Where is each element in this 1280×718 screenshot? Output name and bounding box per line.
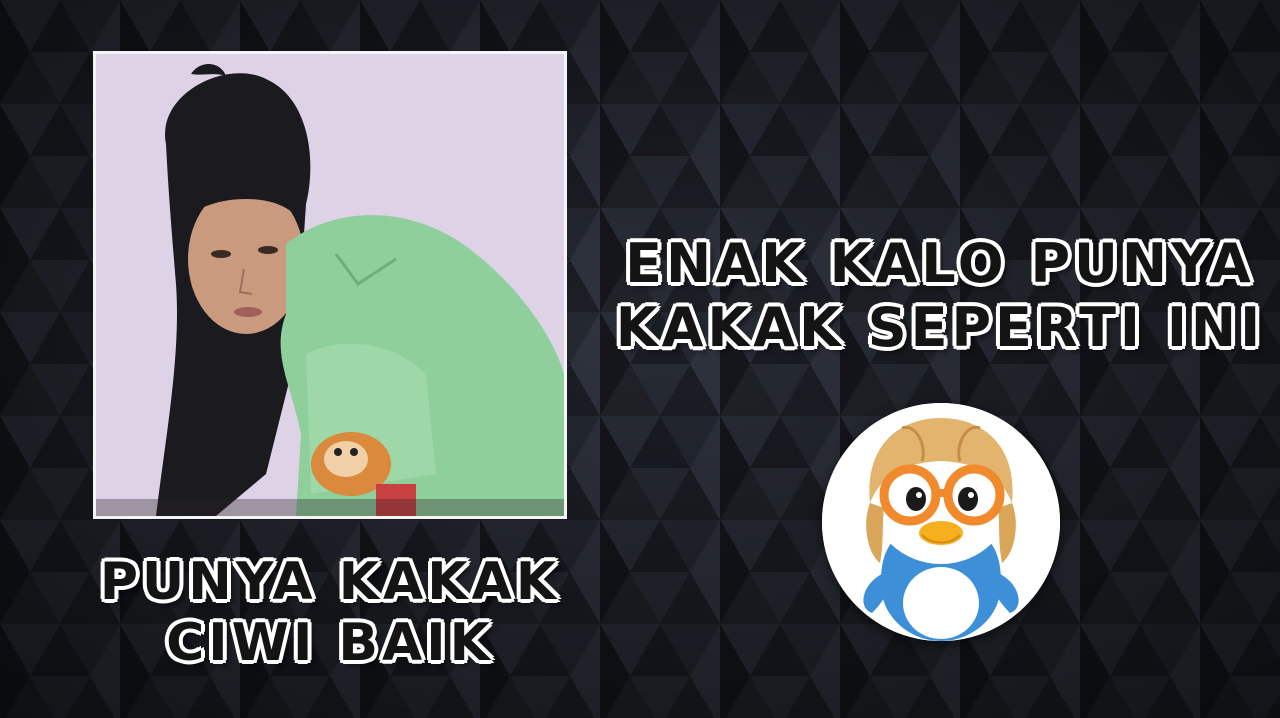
girl-photo: [96, 54, 564, 516]
photo-frame: [93, 51, 567, 519]
headline-right: ENAK KALO PUNYA KAKAK SEPERTI INI: [600, 232, 1280, 359]
caption-left-line1: PUNYA KAKAK: [99, 552, 561, 612]
caption-left: PUNYA KAKAK CIWI BAIK: [60, 552, 600, 675]
caption-left-line2: CIWI BAIK: [166, 613, 494, 674]
headline-right-line1: ENAK KALO PUNYA: [625, 232, 1255, 295]
penguin-mascot-icon: [822, 403, 1060, 641]
thumbnail-canvas: ENAK KALO PUNYA KAKAK SEPERTI INI PUNYA …: [0, 0, 1280, 718]
headline-right-line2: KAKAK SEPERTI INI: [615, 295, 1265, 359]
